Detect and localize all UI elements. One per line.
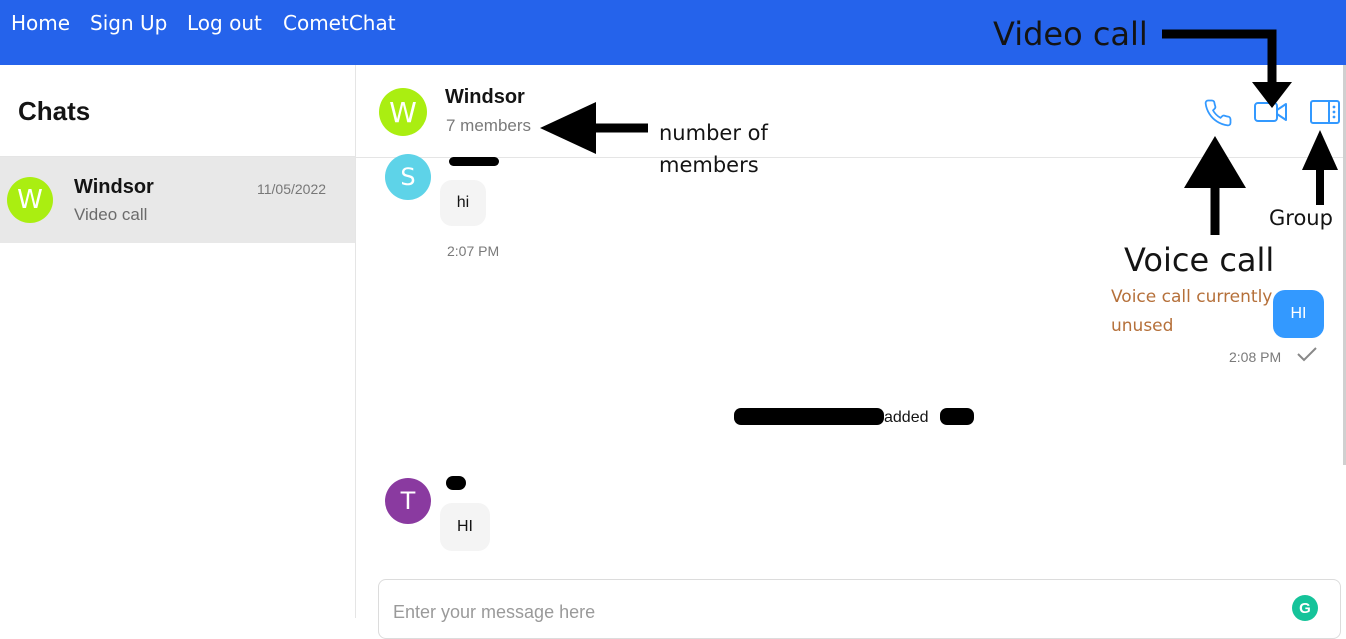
own-message-bubble: HI <box>1273 290 1324 338</box>
nav-home-link[interactable]: Home <box>11 11 70 35</box>
redacted-target-name <box>940 408 974 425</box>
sender-avatar: T <box>385 478 431 524</box>
redacted-actor-name <box>734 408 884 425</box>
nav-signup-link[interactable]: Sign Up <box>90 11 167 35</box>
message-bubble: HI <box>440 503 490 551</box>
message-bubble: hi <box>440 180 486 226</box>
chat-panel: W Windsor 7 members <box>356 65 1346 618</box>
annotation-members-line2: members <box>659 153 759 177</box>
group-name: Windsor <box>445 86 525 108</box>
sidebar-title: Chats <box>18 96 91 126</box>
sender-avatar: S <box>385 154 431 200</box>
group-avatar: W <box>379 88 427 136</box>
own-message-time: 2:08 PM <box>1229 349 1282 365</box>
annotation-members-line1: number of <box>659 121 768 145</box>
chat-list-item[interactable]: W Windsor 11/05/2022 Video call <box>0 157 355 243</box>
member-count: 7 members <box>446 116 532 135</box>
sent-check-icon <box>1296 346 1318 367</box>
redacted-sender-name <box>449 157 499 166</box>
annotation-voice-unused-line1: Voice call currently <box>1111 287 1273 307</box>
annotation-voice-call: Voice call <box>1124 241 1275 279</box>
annotation-voice-unused-line2: unused <box>1111 316 1174 336</box>
phone-icon[interactable] <box>1203 97 1233 134</box>
nav-logout-link[interactable]: Log out <box>187 11 262 35</box>
chat-name: Windsor <box>74 176 154 198</box>
avatar: W <box>7 177 53 223</box>
redacted-sender-name <box>446 476 466 490</box>
chat-preview: Video call <box>74 205 148 224</box>
message-time: 2:07 PM <box>447 243 500 259</box>
annotation-video-call: Video call <box>993 15 1148 53</box>
chat-date: 11/05/2022 <box>257 181 327 197</box>
chats-sidebar: Chats W Windsor 11/05/2022 Video call <box>0 65 356 618</box>
group-details-icon[interactable] <box>1309 99 1341 130</box>
chat-header: W Windsor 7 members <box>356 65 1346 158</box>
video-camera-icon[interactable] <box>1253 99 1289 130</box>
annotation-group: Group <box>1269 206 1333 230</box>
system-message: added <box>884 409 929 426</box>
message-composer: G <box>378 579 1341 639</box>
nav-brand-link[interactable]: CometChat <box>283 11 396 35</box>
grammarly-icon[interactable]: G <box>1292 595 1318 621</box>
message-input[interactable] <box>393 602 1273 623</box>
